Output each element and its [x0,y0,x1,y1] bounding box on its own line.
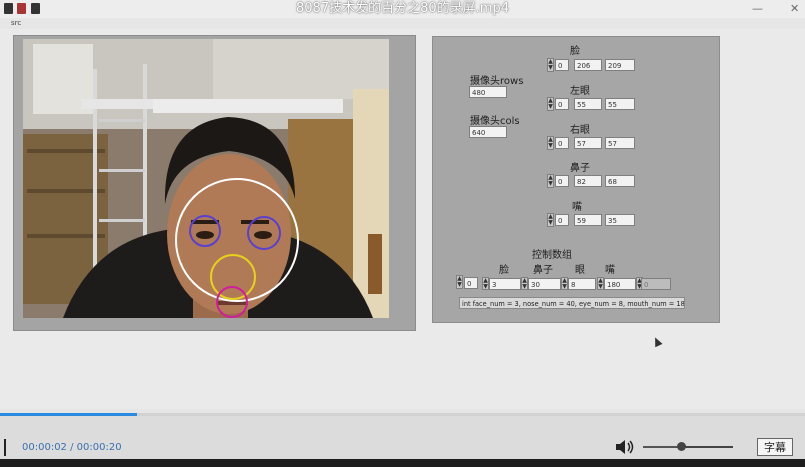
nose-index-spinner[interactable]: ▲ ▼ [547,174,554,188]
right-eye-index-field[interactable]: 0 [555,137,569,149]
control-header-face: 脸 [499,265,509,276]
subtitle-button[interactable]: 字幕 [757,438,793,456]
control-header-nose: 鼻子 [533,265,553,276]
mouth-index-field[interactable]: 0 [555,214,569,226]
mouth-value-2[interactable]: 35 [605,214,635,226]
minimize-icon[interactable]: — [752,2,763,16]
control-value-empty[interactable]: 0 [641,278,671,290]
left-eye-label: 左眼 [570,86,590,97]
camera-image [23,39,389,318]
control-spinner-2[interactable]: ▲ ▼ [521,277,528,290]
face-value-1[interactable]: 206 [574,59,602,71]
time-display: 00:00:02 / 00:00:20 [22,442,122,453]
volume-slider-handle[interactable] [676,442,686,451]
control-value-face[interactable]: 3 [489,278,521,290]
canvas-label: src [11,19,22,27]
nose-index-field[interactable]: 0 [555,175,569,187]
close-icon[interactable]: ✕ [790,2,799,16]
left-eye-value-2[interactable]: 55 [605,98,635,110]
control-array-title: 控制数组 [532,250,572,261]
control-index-spinner[interactable]: ▲ ▼ [456,275,463,289]
control-value-mouth[interactable]: 180 [604,278,636,290]
control-value-nose[interactable]: 30 [528,278,561,290]
left-eye-index-field[interactable]: 0 [555,98,569,110]
right-eye-value-1[interactable]: 57 [574,137,602,149]
control-index-field[interactable]: 0 [464,277,478,289]
nose-value-2[interactable]: 68 [605,175,635,187]
volume-icon[interactable] [614,438,636,456]
control-spinner-3[interactable]: ▲ ▼ [561,277,568,290]
nose-label: 鼻子 [570,163,590,174]
status-string: int face_num = 3, nose_num = 40, eye_num… [459,297,685,309]
control-value-eye[interactable]: 8 [568,278,596,290]
face-index-spinner[interactable]: ▲ ▼ [547,58,554,72]
control-header-eye: 眼 [575,265,585,276]
control-spinner-1[interactable]: ▲ ▼ [482,277,489,290]
face-index-field[interactable]: 0 [555,59,569,71]
face-value-2[interactable]: 209 [605,59,635,71]
cols-label: 摄像头cols [470,116,520,127]
cols-field[interactable]: 640 [469,126,507,138]
nose-value-1[interactable]: 82 [574,175,602,187]
right-eye-value-2[interactable]: 57 [605,137,635,149]
right-eye-label: 右眼 [570,125,590,136]
taskbar [0,459,805,467]
control-spinner-4[interactable]: ▲ ▼ [597,277,604,290]
rows-field[interactable]: 480 [469,86,507,98]
mouth-index-spinner[interactable]: ▲ ▼ [547,213,554,227]
volume-slider[interactable] [643,442,733,451]
volume-slider-fill [643,446,681,448]
rows-label: 摄像头rows [470,76,524,87]
left-eye-index-spinner[interactable]: ▲ ▼ [547,97,554,111]
title-bar: 8087技术发的百分之80的录屏.mp4 — ✕ [0,0,805,18]
window-title: 8087技术发的百分之80的录屏.mp4 [296,1,509,16]
control-header-mouth: 嘴 [605,265,615,276]
play-icon[interactable] [4,439,6,456]
left-eye-value-1[interactable]: 55 [574,98,602,110]
mouth-label: 嘴 [572,202,582,213]
right-eye-index-spinner[interactable]: ▲ ▼ [547,136,554,150]
mouth-value-1[interactable]: 59 [574,214,602,226]
face-label: 脸 [570,46,580,57]
